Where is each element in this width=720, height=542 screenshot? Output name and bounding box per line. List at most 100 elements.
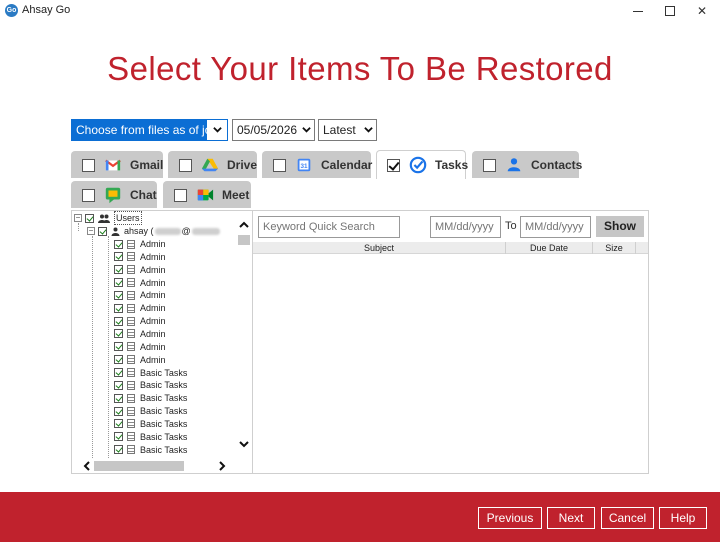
tree-checkbox[interactable] — [114, 316, 123, 326]
collapse-icon[interactable]: − — [74, 214, 82, 222]
date-from-field[interactable] — [430, 216, 501, 238]
tab-tasks[interactable]: Tasks — [376, 150, 468, 179]
tree-task-list-item[interactable]: Admin — [114, 238, 166, 250]
tree-checkbox[interactable] — [114, 239, 123, 249]
svg-text:31: 31 — [300, 163, 308, 170]
tree-vertical-scrollbar[interactable] — [236, 211, 252, 461]
tree-task-list-item[interactable]: Admin — [114, 315, 166, 327]
chevron-down-icon[interactable] — [239, 440, 249, 448]
tree-task-list-item[interactable]: Admin — [114, 277, 166, 289]
drive-checkbox[interactable] — [179, 158, 192, 172]
tab-chat[interactable]: Chat — [71, 181, 157, 208]
meet-checkbox[interactable] — [174, 188, 187, 202]
job-mode-select[interactable]: Choose from files as of job — [71, 119, 228, 141]
cancel-button[interactable]: Cancel — [601, 507, 654, 529]
tree-task-list-item[interactable]: Admin — [114, 341, 166, 353]
task-list-icon — [127, 316, 135, 326]
minimize-button[interactable] — [620, 0, 656, 22]
tab-calendar-label: Calendar — [321, 158, 373, 172]
tree-task-list-item[interactable]: Admin — [114, 251, 166, 263]
tree-checkbox[interactable] — [114, 432, 123, 442]
close-button[interactable]: ✕ — [684, 0, 720, 22]
vertical-scroll-thumb[interactable] — [238, 235, 250, 245]
tree-checkbox[interactable] — [114, 342, 123, 352]
tree-task-list-item[interactable]: Admin — [114, 264, 166, 276]
tree-checkbox[interactable] — [114, 265, 123, 275]
column-size[interactable]: Size — [593, 242, 636, 254]
tree-item-label: Admin — [140, 303, 166, 314]
tab-drive[interactable]: Drive — [168, 151, 257, 178]
tree-item-label: Admin — [140, 354, 166, 365]
tree-task-list-item[interactable]: Admin — [114, 289, 166, 301]
help-button[interactable]: Help — [659, 507, 707, 529]
show-button[interactable]: Show — [596, 216, 644, 237]
tree-item-label: Admin — [140, 328, 166, 339]
chevron-down-icon — [364, 127, 373, 133]
tree-horizontal-scrollbar[interactable] — [72, 459, 252, 473]
tree-task-list-item[interactable]: Basic Tasks — [114, 418, 187, 430]
tab-contacts[interactable]: Contacts — [472, 151, 583, 178]
tree-task-list-item[interactable]: Basic Tasks — [114, 405, 187, 417]
page-title: Select Your Items To Be Restored — [107, 50, 613, 87]
tree-checkbox[interactable] — [114, 278, 123, 288]
tree-task-list-item[interactable]: Admin — [114, 302, 166, 314]
previous-button[interactable]: Previous — [478, 507, 542, 529]
tasks-checkbox[interactable] — [387, 158, 400, 172]
tree-checkbox[interactable] — [114, 329, 123, 339]
tree-task-list-item[interactable]: Basic Tasks — [114, 444, 187, 456]
task-list-icon — [127, 290, 135, 300]
tree-checkbox[interactable] — [114, 252, 123, 262]
tree-item-label: Admin — [140, 264, 166, 275]
tab-contacts-label: Contacts — [531, 158, 583, 172]
collapse-icon[interactable]: − — [87, 227, 95, 235]
tree-task-list-item[interactable]: Basic Tasks — [114, 431, 187, 443]
task-list-icon — [127, 278, 135, 288]
tree-checkbox[interactable] — [114, 445, 123, 455]
tree-checkbox[interactable] — [114, 393, 123, 403]
title-bar: Go Ahsay Go ✕ — [0, 0, 720, 22]
tree-checkbox[interactable] — [114, 419, 123, 429]
chat-checkbox[interactable] — [82, 188, 95, 202]
tab-meet[interactable]: Meet — [163, 181, 251, 208]
tree-checkbox[interactable] — [114, 303, 123, 313]
horizontal-scroll-thumb[interactable] — [94, 461, 184, 471]
tree-task-list-item[interactable]: Basic Tasks — [114, 379, 187, 391]
tree-checkbox[interactable] — [114, 368, 123, 377]
app-logo-icon: Go — [5, 4, 18, 17]
tree-checkbox[interactable] — [114, 406, 123, 416]
date-to-field[interactable] — [520, 216, 591, 238]
calendar-checkbox[interactable] — [273, 158, 286, 172]
chevron-left-icon[interactable] — [83, 461, 91, 471]
tree-task-list-item[interactable]: Basic Tasks — [114, 392, 187, 404]
tab-calendar[interactable]: 31 Calendar — [262, 151, 373, 178]
tab-gmail[interactable]: Gmail — [71, 151, 163, 178]
tree-task-list-item[interactable]: Admin — [114, 354, 166, 366]
search-input[interactable] — [258, 216, 400, 238]
tree-connector — [108, 236, 109, 468]
contacts-checkbox[interactable] — [483, 158, 496, 172]
maximize-button[interactable] — [652, 0, 688, 22]
tree-root-users[interactable]: − Users — [74, 211, 142, 225]
task-list-icon — [127, 252, 135, 262]
gmail-checkbox[interactable] — [82, 158, 95, 172]
backup-date-select[interactable]: 05/05/2026 — [232, 119, 315, 141]
tree-checkbox[interactable] — [114, 355, 123, 365]
users-icon — [98, 214, 110, 223]
tree-checkbox[interactable] — [114, 290, 123, 300]
tree-checkbox[interactable] — [85, 213, 94, 223]
column-subject[interactable]: Subject — [253, 242, 506, 254]
tree-root-label: Users — [114, 211, 142, 225]
tree-task-list-item[interactable]: Basic Tasks — [114, 367, 187, 379]
drive-icon — [201, 158, 219, 172]
tree-checkbox[interactable] — [98, 226, 107, 236]
next-button[interactable]: Next — [547, 507, 595, 529]
job-mode-dropdown[interactable] — [207, 120, 227, 140]
tree-task-list-item[interactable]: Admin — [114, 328, 166, 340]
tree-checkbox[interactable] — [114, 380, 123, 390]
chevron-up-icon[interactable] — [239, 221, 249, 229]
chevron-right-icon[interactable] — [218, 461, 226, 471]
tree-user-node[interactable]: − ahsay ( @ — [87, 225, 220, 237]
backup-version-select[interactable]: Latest — [318, 119, 377, 141]
column-due-date[interactable]: Due Date — [506, 242, 593, 254]
folder-tree[interactable]: − Users − ahsay ( @ Admin Admin Admin Admin… — [71, 210, 253, 474]
